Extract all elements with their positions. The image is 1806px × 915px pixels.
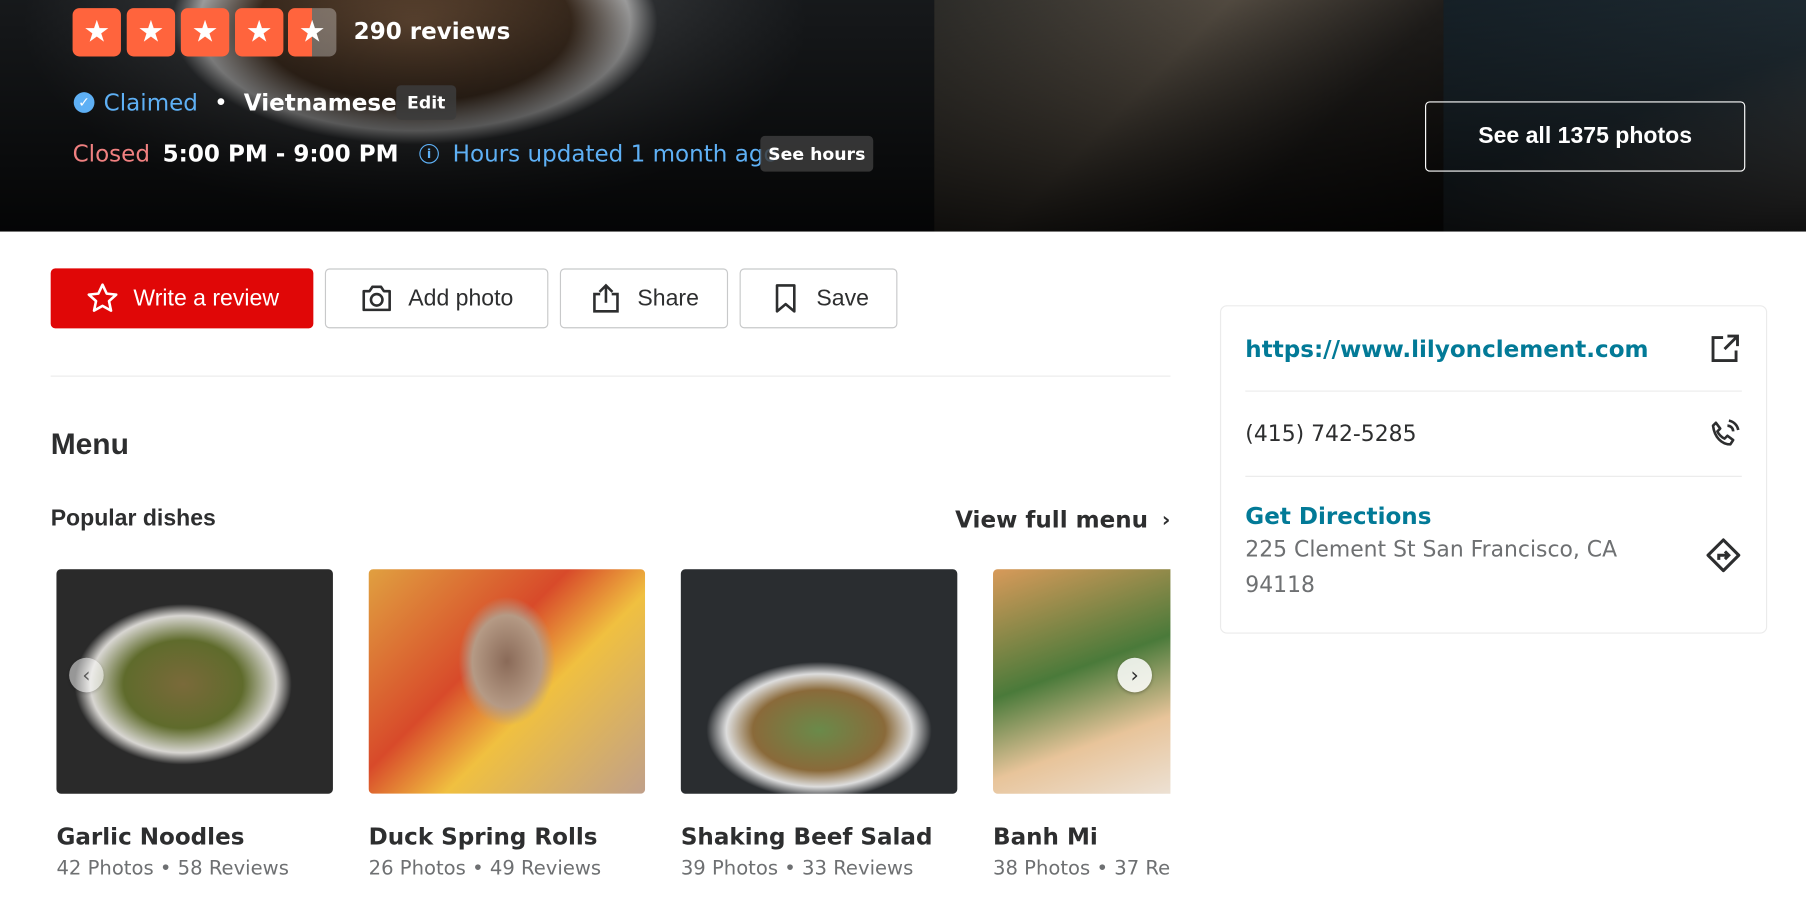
status-closed: Closed	[72, 139, 150, 168]
star-icon: ★	[72, 8, 121, 57]
view-full-menu-link[interactable]: View full menu ›	[955, 506, 1170, 534]
hours-text: 5:00 PM - 9:00 PM	[162, 139, 399, 168]
star-icon: ★	[180, 8, 230, 57]
star-icon: ★	[235, 8, 284, 57]
external-link-icon[interactable]	[1707, 332, 1742, 367]
camera-icon	[362, 285, 392, 312]
photo-header: ★ ★ ★ ★ ★ 290 reviews ✓ Claimed • Vietna…	[0, 0, 1806, 232]
star-half-icon: ★	[288, 8, 337, 57]
dish-card[interactable]: Banh Mi 38 Photos • 37 Reviews	[993, 569, 1171, 880]
carousel-prev-button[interactable]: ‹	[69, 657, 104, 693]
dish-carousel: Garlic Noodles 42 Photos • 58 Reviews Du…	[51, 569, 1171, 915]
save-button[interactable]: Save	[739, 268, 898, 329]
chevron-right-icon: ›	[1161, 507, 1171, 532]
business-info-card: https://www.lilyonclement.com (415) 742-…	[1219, 305, 1768, 634]
info-icon[interactable]: i	[419, 143, 439, 164]
review-count[interactable]: 290 reviews	[354, 17, 511, 45]
write-review-button[interactable]: Write a review	[50, 268, 314, 329]
directions-icon[interactable]	[1705, 537, 1742, 574]
star-icon: ★	[126, 8, 176, 57]
phone-icon[interactable]	[1707, 417, 1742, 452]
carousel-next-button[interactable]: ›	[1117, 657, 1152, 693]
separator-dot: •	[214, 88, 228, 117]
see-all-photos-button[interactable]: See all 1375 photos	[1425, 101, 1746, 172]
phone-number[interactable]: (415) 742-5285	[1245, 422, 1416, 447]
add-photo-button[interactable]: Add photo	[324, 268, 549, 329]
chevron-right-icon: ›	[1130, 662, 1139, 688]
dish-card[interactable]: Duck Spring Rolls 26 Photos • 49 Reviews	[368, 569, 646, 880]
dish-photo[interactable]	[680, 569, 958, 794]
category-link[interactable]: Vietnamese	[244, 89, 397, 117]
get-directions-link[interactable]: Get Directions	[1245, 502, 1742, 530]
see-hours-button[interactable]: See hours	[760, 135, 874, 172]
share-button[interactable]: Share	[559, 268, 729, 329]
popular-dishes-title: Popular dishes	[50, 505, 216, 532]
bookmark-icon	[775, 284, 796, 313]
claimed-check-icon: ✓	[73, 92, 95, 113]
claimed-label[interactable]: Claimed	[104, 89, 198, 117]
star-outline-icon	[87, 283, 118, 312]
dish-photo[interactable]	[368, 569, 646, 794]
chevron-left-icon: ‹	[82, 662, 91, 688]
dish-card[interactable]: Shaking Beef Salad 39 Photos • 33 Review…	[680, 569, 958, 880]
share-icon	[593, 283, 620, 313]
hours-updated: Hours updated 1 month ago	[452, 139, 778, 168]
website-link[interactable]: https://www.lilyonclement.com	[1245, 335, 1648, 363]
edit-button[interactable]: Edit	[396, 85, 457, 120]
address: 225 Clement St San Francisco, CA 94118	[1245, 536, 1618, 598]
divider	[50, 375, 1171, 377]
dish-card[interactable]: Garlic Noodles 42 Photos • 58 Reviews	[56, 569, 333, 880]
menu-title: Menu	[50, 426, 129, 461]
